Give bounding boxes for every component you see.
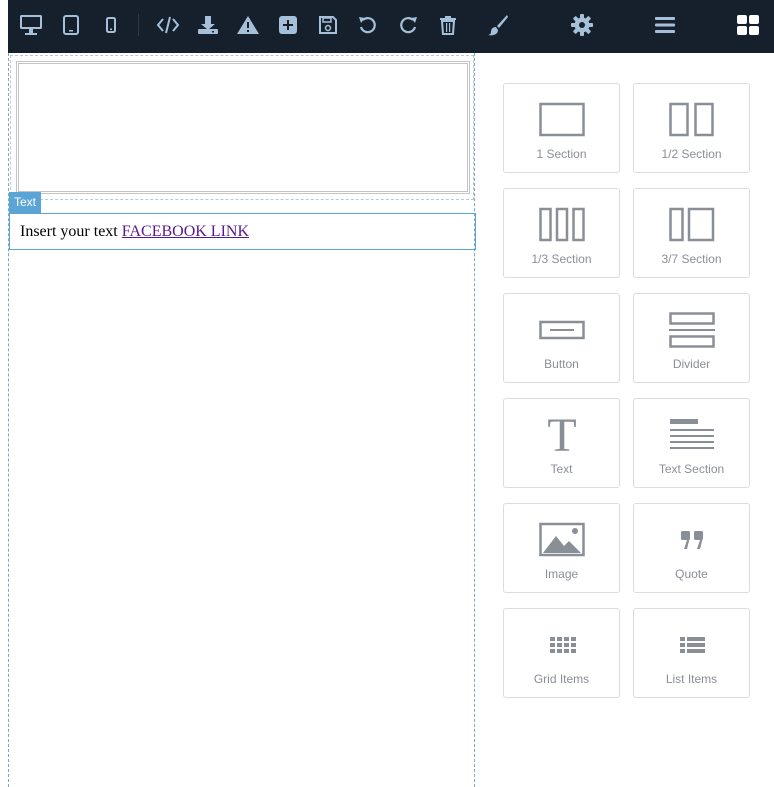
- block-label: Text Section: [658, 462, 725, 476]
- list-items-icon: [679, 637, 705, 653]
- empty-cell[interactable]: [16, 61, 470, 194]
- text-component[interactable]: Insert your text FACEBOOK LINK: [9, 213, 476, 250]
- block-label: Button: [544, 357, 579, 371]
- text-section-icon: [669, 419, 714, 449]
- block-label: 3/7 Section: [661, 252, 722, 266]
- trash-icon[interactable]: [433, 10, 463, 40]
- block-label: 1/3 Section: [531, 252, 592, 266]
- redo-icon[interactable]: [393, 10, 423, 40]
- block-text[interactable]: T Text: [503, 398, 620, 488]
- text-content[interactable]: Insert your text: [20, 223, 122, 240]
- block-list-items[interactable]: List Items: [633, 608, 750, 698]
- gear-icon[interactable]: [567, 10, 597, 40]
- block-button[interactable]: Button: [503, 293, 620, 383]
- text-icon: T: [547, 415, 576, 455]
- selected-component-badge: Text: [9, 192, 42, 213]
- divider-icon: [668, 312, 715, 348]
- block-label: 1 Section: [536, 147, 587, 161]
- block-label: Grid Items: [533, 672, 590, 686]
- block-1-section[interactable]: 1 Section: [503, 83, 620, 173]
- save-icon[interactable]: [313, 10, 343, 40]
- block-quote[interactable]: Quote: [633, 503, 750, 593]
- facebook-link[interactable]: FACEBOOK LINK: [122, 223, 249, 240]
- half-section-icon: [668, 102, 714, 137]
- add-icon[interactable]: [273, 10, 303, 40]
- block-label: Divider: [672, 357, 711, 371]
- blocks-grid-icon[interactable]: [733, 10, 763, 40]
- third-section-icon: [538, 207, 585, 242]
- quote-icon: [680, 531, 703, 549]
- three-seven-section-icon: [668, 207, 714, 242]
- svg-text:T: T: [547, 415, 576, 455]
- block-label: Text: [550, 462, 573, 476]
- tablet-icon[interactable]: [56, 10, 86, 40]
- code-icon[interactable]: [153, 10, 183, 40]
- mobile-icon[interactable]: [96, 10, 126, 40]
- editor-toolbar: [8, 0, 774, 53]
- button-icon: [538, 320, 585, 340]
- menu-icon[interactable]: [650, 10, 680, 40]
- toolbar-divider: [138, 14, 139, 36]
- email-canvas[interactable]: Text Insert your text FACEBOOK LINK: [8, 53, 476, 787]
- undo-icon[interactable]: [353, 10, 383, 40]
- warning-icon[interactable]: [233, 10, 263, 40]
- paint-brush-icon[interactable]: [483, 10, 513, 40]
- block-three-seven-section[interactable]: 3/7 Section: [633, 188, 750, 278]
- block-third-section[interactable]: 1/3 Section: [503, 188, 620, 278]
- block-divider[interactable]: Divider: [633, 293, 750, 383]
- one-section-icon: [538, 102, 585, 137]
- block-grid-items[interactable]: Grid Items: [503, 608, 620, 698]
- desktop-icon[interactable]: [16, 10, 46, 40]
- image-icon: [538, 522, 585, 557]
- block-label: List Items: [665, 672, 718, 686]
- block-label: 1/2 Section: [661, 147, 722, 161]
- block-image[interactable]: Image: [503, 503, 620, 593]
- block-label: Quote: [675, 567, 708, 581]
- block-label: Image: [544, 567, 579, 581]
- grid-items-icon: [549, 637, 576, 653]
- block-text-section[interactable]: Text Section: [633, 398, 750, 488]
- block-half-section[interactable]: 1/2 Section: [633, 83, 750, 173]
- download-icon[interactable]: [193, 10, 223, 40]
- empty-section[interactable]: [10, 55, 474, 200]
